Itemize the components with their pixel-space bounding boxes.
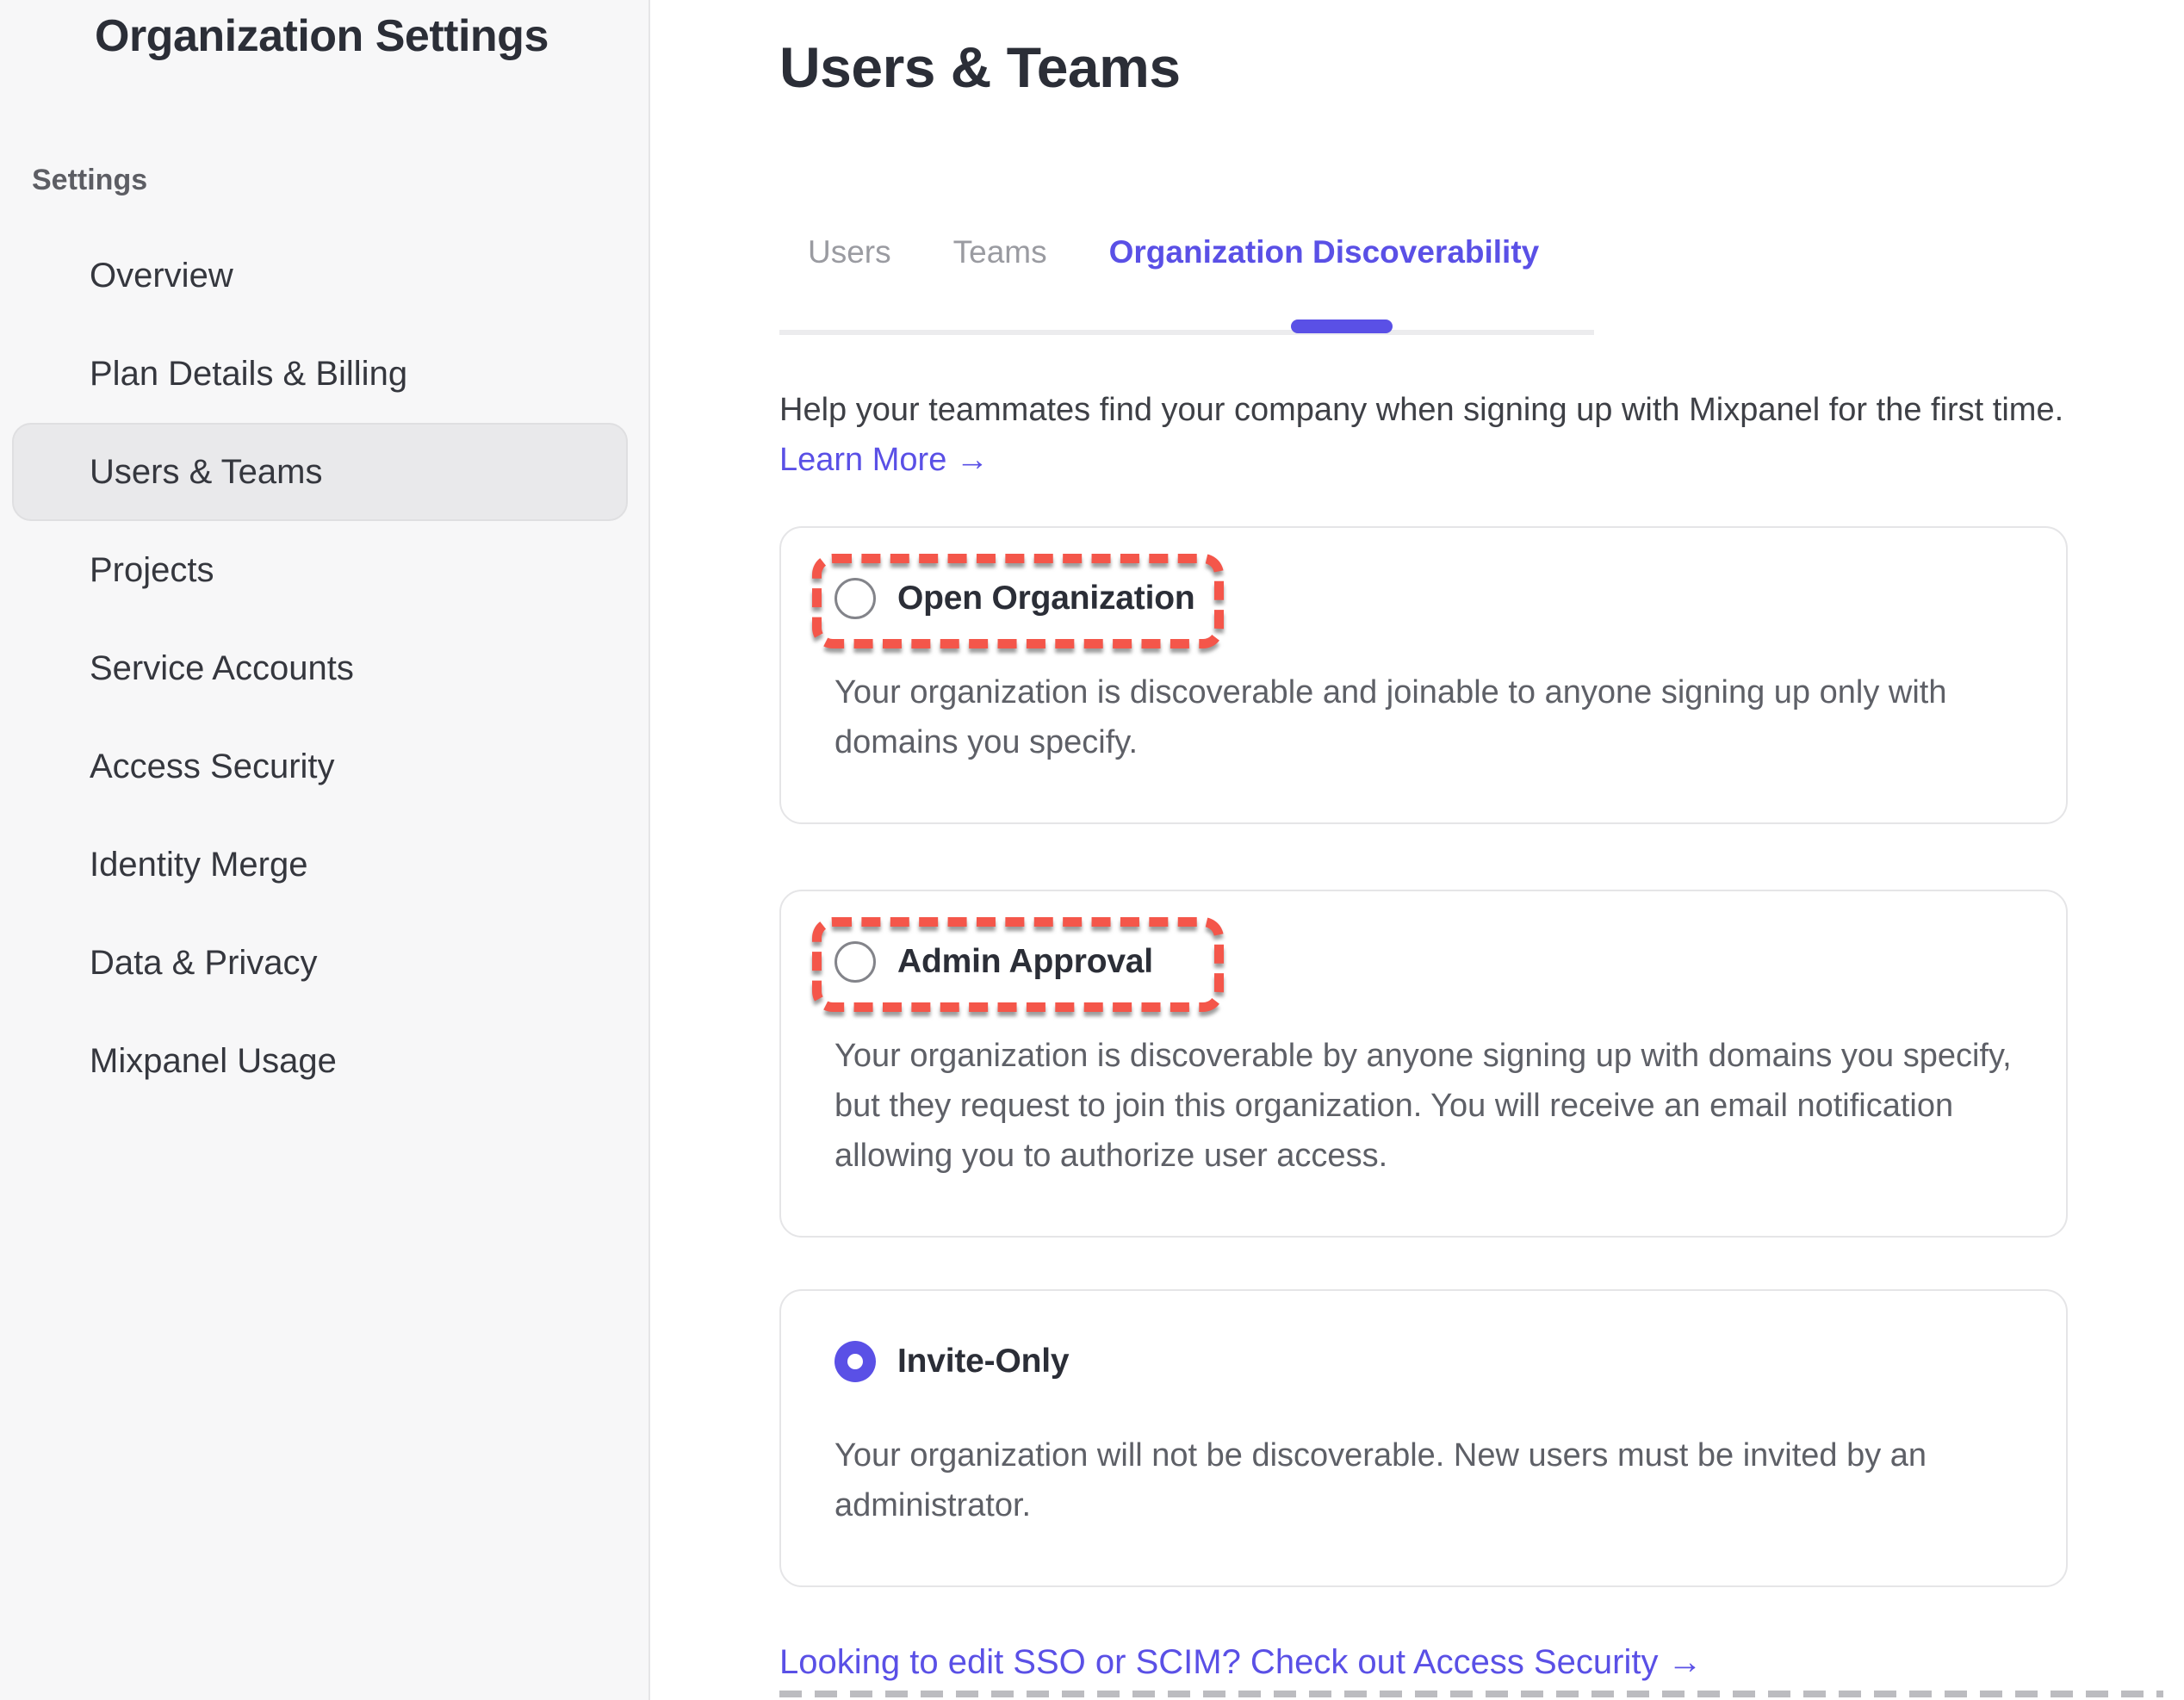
sidebar-item-overview[interactable]: Overview (12, 226, 628, 325)
sidebar-item-service-accounts[interactable]: Service Accounts (12, 619, 628, 717)
intro-text: Help your teammates find your company wh… (779, 386, 2063, 434)
arrow-right-icon: → (1668, 1643, 1703, 1681)
sidebar-item-plan-details-billing[interactable]: Plan Details & Billing (12, 325, 628, 423)
tab-bar-divider (779, 330, 1594, 335)
option-label: Invite-Only (897, 1343, 1069, 1380)
radio-admin-approval[interactable] (835, 941, 876, 983)
option-card-admin-approval[interactable]: Admin Approval Your organization is disc… (779, 890, 2068, 1238)
tab-users[interactable]: Users (808, 234, 891, 270)
tab-bar: Users Teams Organization Discoverability (779, 234, 1594, 336)
sidebar: Organization Settings Settings OverviewP… (0, 0, 650, 1700)
option-card-invite-only[interactable]: Invite-Only Your organization will not b… (779, 1289, 2068, 1587)
option-header: Open Organization (835, 578, 2013, 619)
footer-link-label: Looking to edit SSO or SCIM? Check out A… (779, 1643, 1658, 1681)
tab-row: Users Teams Organization Discoverability (779, 234, 1594, 270)
sidebar-item-users-teams[interactable]: Users & Teams (12, 423, 628, 521)
option-header: Admin Approval (835, 941, 2013, 983)
learn-more-label: Learn More (779, 442, 946, 478)
option-label: Admin Approval (897, 943, 1153, 981)
option-card-open-organization[interactable]: Open Organization Your organization is d… (779, 526, 2068, 824)
sidebar-item-data-privacy[interactable]: Data & Privacy (12, 914, 628, 1012)
sidebar-item-projects[interactable]: Projects (12, 521, 628, 619)
sidebar-title: Organization Settings (95, 10, 549, 62)
option-header: Invite-Only (835, 1341, 2013, 1382)
radio-invite-only[interactable] (835, 1341, 876, 1382)
main-content: Users & Teams Users Teams Organization Dis… (652, 0, 2184, 1700)
sidebar-item-mixpanel-usage[interactable]: Mixpanel Usage (12, 1012, 628, 1110)
sidebar-nav: OverviewPlan Details & BillingUsers & Te… (0, 226, 650, 1110)
tab-organization-discoverability[interactable]: Organization Discoverability (1109, 234, 1540, 270)
sidebar-item-access-security[interactable]: Access Security (12, 717, 628, 816)
option-description: Your organization is discoverable by any… (835, 1031, 2013, 1181)
option-description: Your organization will not be discoverab… (835, 1430, 2013, 1530)
sidebar-item-identity-merge[interactable]: Identity Merge (12, 816, 628, 914)
option-description: Your organization is discoverable and jo… (835, 667, 2013, 767)
arrow-right-icon: → (956, 442, 989, 478)
sidebar-section-label: Settings (32, 164, 147, 197)
footer-access-security-link[interactable]: Looking to edit SSO or SCIM? Check out A… (779, 1643, 1703, 1682)
page-title: Users & Teams (779, 34, 1181, 100)
options-list: Open Organization Your organization is d… (779, 526, 2068, 1587)
radio-open-organization[interactable] (835, 578, 876, 619)
tab-teams[interactable]: Teams (953, 234, 1047, 270)
learn-more-link[interactable]: Learn More → (779, 442, 989, 479)
active-tab-indicator (1291, 320, 1393, 333)
cutoff-content-fragment (779, 1691, 2163, 1697)
option-label: Open Organization (897, 580, 1194, 617)
